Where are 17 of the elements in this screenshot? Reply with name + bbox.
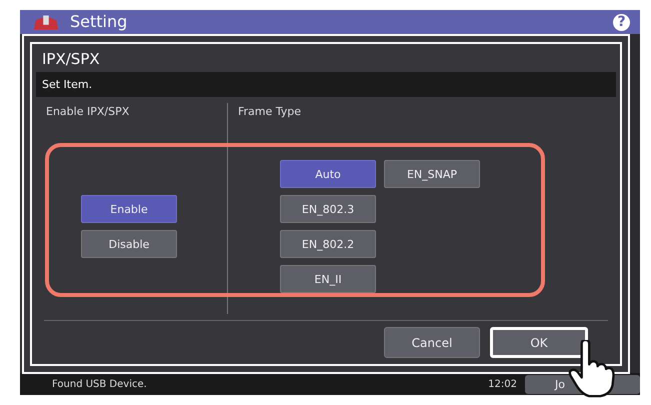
ok-button[interactable]: OK — [490, 327, 588, 358]
option-button[interactable]: EN_802.2 — [280, 230, 376, 258]
option-button[interactable]: Auto — [280, 160, 376, 188]
dialog-title: IPX/SPX — [41, 49, 101, 70]
section-heading: Enable IPX/SPX — [45, 104, 130, 120]
help-button[interactable]: ? — [613, 14, 630, 30]
cancel-button[interactable]: Cancel — [384, 327, 480, 358]
instruction-text: Set Item. — [36, 72, 616, 97]
option-button[interactable]: Enable — [81, 195, 177, 223]
option-button[interactable]: EN_SNAP — [384, 160, 480, 188]
option-button[interactable]: EN_802.3 — [280, 195, 376, 223]
clock-time: 12:02 — [488, 378, 517, 390]
section-heading: Frame Type — [237, 104, 302, 120]
option-button[interactable]: Disable — [81, 230, 177, 258]
status-message: Found USB Device. — [52, 378, 148, 390]
screen-title: Setting — [70, 13, 128, 31]
option-button[interactable]: EN_II — [280, 265, 376, 293]
